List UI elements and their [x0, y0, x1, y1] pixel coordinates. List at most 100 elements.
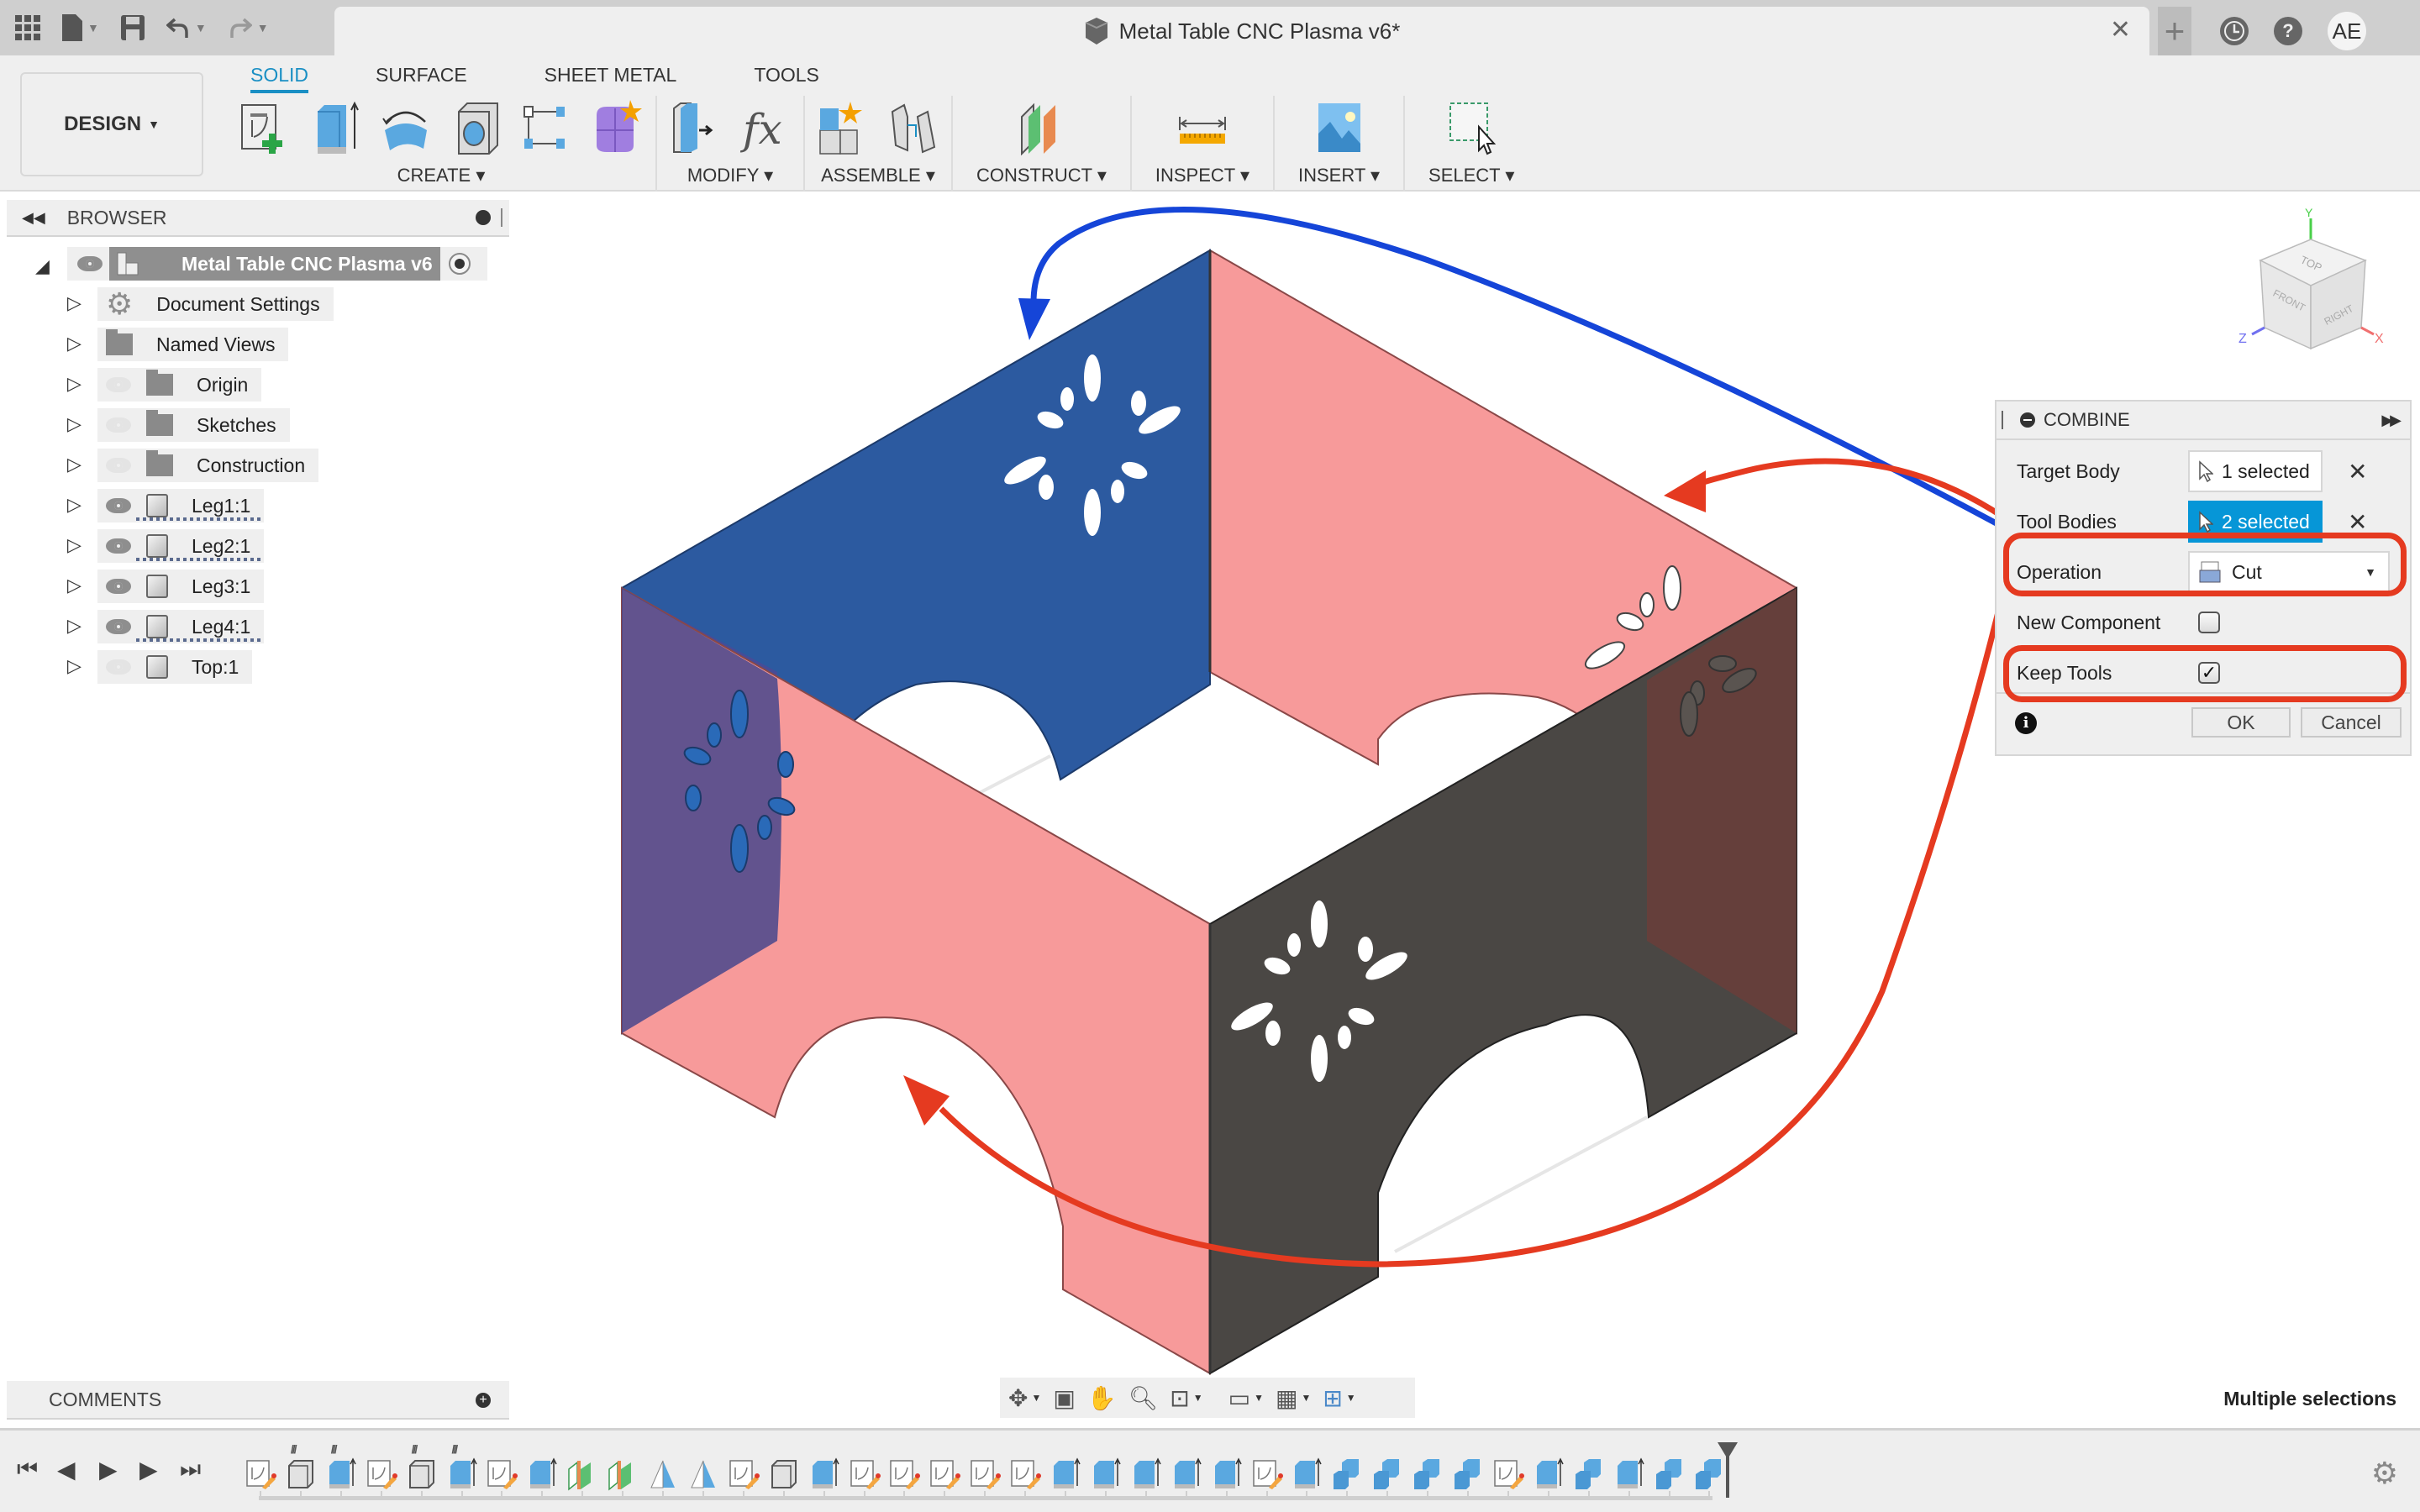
- expand-triangle-icon[interactable]: ◢: [35, 255, 52, 277]
- browser-item[interactable]: ▷ Origin: [0, 365, 504, 405]
- pin-panel-icon[interactable]: [476, 210, 491, 225]
- pan-icon[interactable]: ✋: [1087, 1384, 1117, 1412]
- timeline-extrude-feature[interactable]: [1129, 1457, 1163, 1499]
- operation-dropdown[interactable]: Cut ▼: [2188, 551, 2390, 593]
- pattern-icon[interactable]: [521, 100, 573, 155]
- timeline-sketch-feature[interactable]: [968, 1457, 1002, 1499]
- timeline-axis-feature[interactable]: [687, 1457, 720, 1499]
- hole-icon[interactable]: [450, 100, 502, 155]
- dialog-header[interactable]: COMBINE ▶▶: [1996, 402, 2410, 440]
- go-to-end-icon[interactable]: ⏭: [180, 1456, 201, 1483]
- timeline-combine-feature[interactable]: [1451, 1457, 1485, 1499]
- timeline-extrude-feature[interactable]: [1532, 1457, 1565, 1499]
- timeline-extrude-feature[interactable]: [1612, 1457, 1646, 1499]
- revolve-icon[interactable]: [380, 100, 432, 155]
- new-component-icon[interactable]: [817, 100, 869, 155]
- browser-item[interactable]: ▷ Leg2:1: [0, 526, 504, 566]
- timeline-sketch-feature[interactable]: [244, 1457, 277, 1499]
- timeline-body-feature[interactable]: [767, 1457, 801, 1499]
- close-tab-button[interactable]: ✕: [2110, 15, 2131, 45]
- timeline-extrude-feature[interactable]: ///: [445, 1442, 479, 1499]
- document-tab[interactable]: Metal Table CNC Plasma v6* ✕: [334, 7, 2149, 55]
- timeline-sketch-feature[interactable]: [928, 1457, 961, 1499]
- inspect-menu[interactable]: INSPECT ▾: [1155, 165, 1249, 186]
- cancel-button[interactable]: Cancel: [2301, 707, 2402, 738]
- expand-triangle-icon[interactable]: ▷: [67, 333, 84, 354]
- modify-menu[interactable]: MODIFY ▾: [687, 165, 773, 186]
- zoom-icon[interactable]: 🔍︎: [1128, 1384, 1159, 1412]
- ok-button[interactable]: OK: [2191, 707, 2291, 738]
- timeline-sketch-feature[interactable]: [485, 1457, 518, 1499]
- fit-icon[interactable]: ⊡ ▼: [1170, 1384, 1202, 1412]
- offset-plane-icon[interactable]: [1015, 100, 1067, 155]
- help-icon[interactable]: ?: [2274, 17, 2302, 45]
- create-form-icon[interactable]: [592, 100, 644, 155]
- timeline-sketch-feature[interactable]: [1250, 1457, 1284, 1499]
- timeline-body-feature[interactable]: ///: [284, 1442, 318, 1499]
- browser-item-chip[interactable]: Leg3:1: [97, 570, 265, 603]
- viewports-icon[interactable]: ⊞ ▼: [1323, 1384, 1355, 1412]
- expand-triangle-icon[interactable]: ▷: [67, 534, 84, 556]
- timeline-sketch-feature[interactable]: [1491, 1457, 1525, 1499]
- browser-item[interactable]: ▷ Named Views: [0, 324, 504, 365]
- expand-triangle-icon[interactable]: ▷: [67, 454, 84, 475]
- info-icon[interactable]: i: [2015, 712, 2037, 734]
- expand-triangle-icon[interactable]: ▷: [67, 655, 84, 677]
- go-to-start-icon[interactable]: ⏮: [17, 1456, 38, 1483]
- activate-radio-icon[interactable]: [447, 251, 472, 276]
- undo-button[interactable]: ▼: [166, 16, 207, 39]
- timeline-extrude-feature[interactable]: ///: [324, 1442, 358, 1499]
- timeline-sketch-feature[interactable]: [365, 1457, 398, 1499]
- timeline-extrude-feature[interactable]: [808, 1457, 841, 1499]
- expand-triangle-icon[interactable]: ▷: [67, 292, 84, 314]
- job-status-icon[interactable]: [2220, 17, 2249, 45]
- tab-solid[interactable]: SOLID: [250, 60, 309, 93]
- workspace-switcher[interactable]: DESIGN ▼: [20, 72, 203, 176]
- timeline-combine-feature[interactable]: [1411, 1457, 1444, 1499]
- joint-icon[interactable]: [887, 100, 939, 155]
- timeline-combine-feature[interactable]: [1572, 1457, 1606, 1499]
- grid-icon[interactable]: ▦ ▼: [1276, 1384, 1311, 1412]
- hidden-eye-icon[interactable]: [106, 417, 131, 433]
- user-avatar[interactable]: AE: [2328, 12, 2366, 50]
- insert-image-icon[interactable]: [1313, 100, 1365, 155]
- browser-item-chip[interactable]: Leg2:1: [97, 529, 265, 563]
- browser-item-chip[interactable]: Leg1:1: [97, 489, 265, 522]
- visibility-eye-icon[interactable]: [106, 579, 131, 594]
- step-forward-icon[interactable]: ▶: [139, 1456, 158, 1483]
- timeline-combine-feature[interactable]: [1692, 1457, 1726, 1499]
- orbit-icon[interactable]: ✥ ▼: [1008, 1384, 1041, 1412]
- save-button[interactable]: [120, 15, 145, 40]
- browser-item[interactable]: ▷ Sketches: [0, 405, 504, 445]
- select-window-icon[interactable]: [1445, 100, 1497, 155]
- visibility-eye-icon[interactable]: [106, 538, 131, 554]
- browser-item-chip[interactable]: Top:1: [97, 650, 253, 684]
- browser-item-chip[interactable]: Origin: [97, 368, 262, 402]
- timeline-plane-feature[interactable]: [606, 1457, 639, 1499]
- tab-tools[interactable]: TOOLS: [754, 60, 819, 93]
- tool-bodies-selector[interactable]: 2 selected: [2188, 501, 2323, 543]
- expand-triangle-icon[interactable]: ▷: [67, 494, 84, 516]
- construct-menu[interactable]: CONSTRUCT ▾: [976, 165, 1107, 186]
- assemble-menu[interactable]: ASSEMBLE ▾: [821, 165, 935, 186]
- timeline-extrude-feature[interactable]: [1049, 1457, 1082, 1499]
- expand-triangle-icon[interactable]: ▷: [67, 615, 84, 637]
- new-component-checkbox[interactable]: [2198, 612, 2220, 633]
- browser-item[interactable]: ▷ Leg3:1: [0, 566, 504, 606]
- create-sketch-icon[interactable]: [239, 100, 291, 155]
- extrude-icon[interactable]: [309, 100, 361, 155]
- add-comment-icon[interactable]: +: [476, 1393, 491, 1408]
- create-menu[interactable]: CREATE ▾: [397, 165, 486, 186]
- expand-triangle-icon[interactable]: ▷: [67, 575, 84, 596]
- app-grid-icon[interactable]: [15, 15, 40, 40]
- hidden-eye-icon[interactable]: [106, 377, 131, 392]
- timeline-body-feature[interactable]: ///: [405, 1442, 439, 1499]
- clear-tools-button[interactable]: ✕: [2348, 508, 2367, 536]
- play-icon[interactable]: ▶: [99, 1456, 118, 1483]
- insert-menu[interactable]: INSERT ▾: [1298, 165, 1380, 186]
- timeline-extrude-feature[interactable]: [1210, 1457, 1244, 1499]
- timeline-combine-feature[interactable]: [1653, 1457, 1686, 1499]
- expand-triangle-icon[interactable]: ▷: [67, 373, 84, 395]
- panel-resize-handle[interactable]: [501, 208, 504, 227]
- timeline-combine-feature[interactable]: [1370, 1457, 1404, 1499]
